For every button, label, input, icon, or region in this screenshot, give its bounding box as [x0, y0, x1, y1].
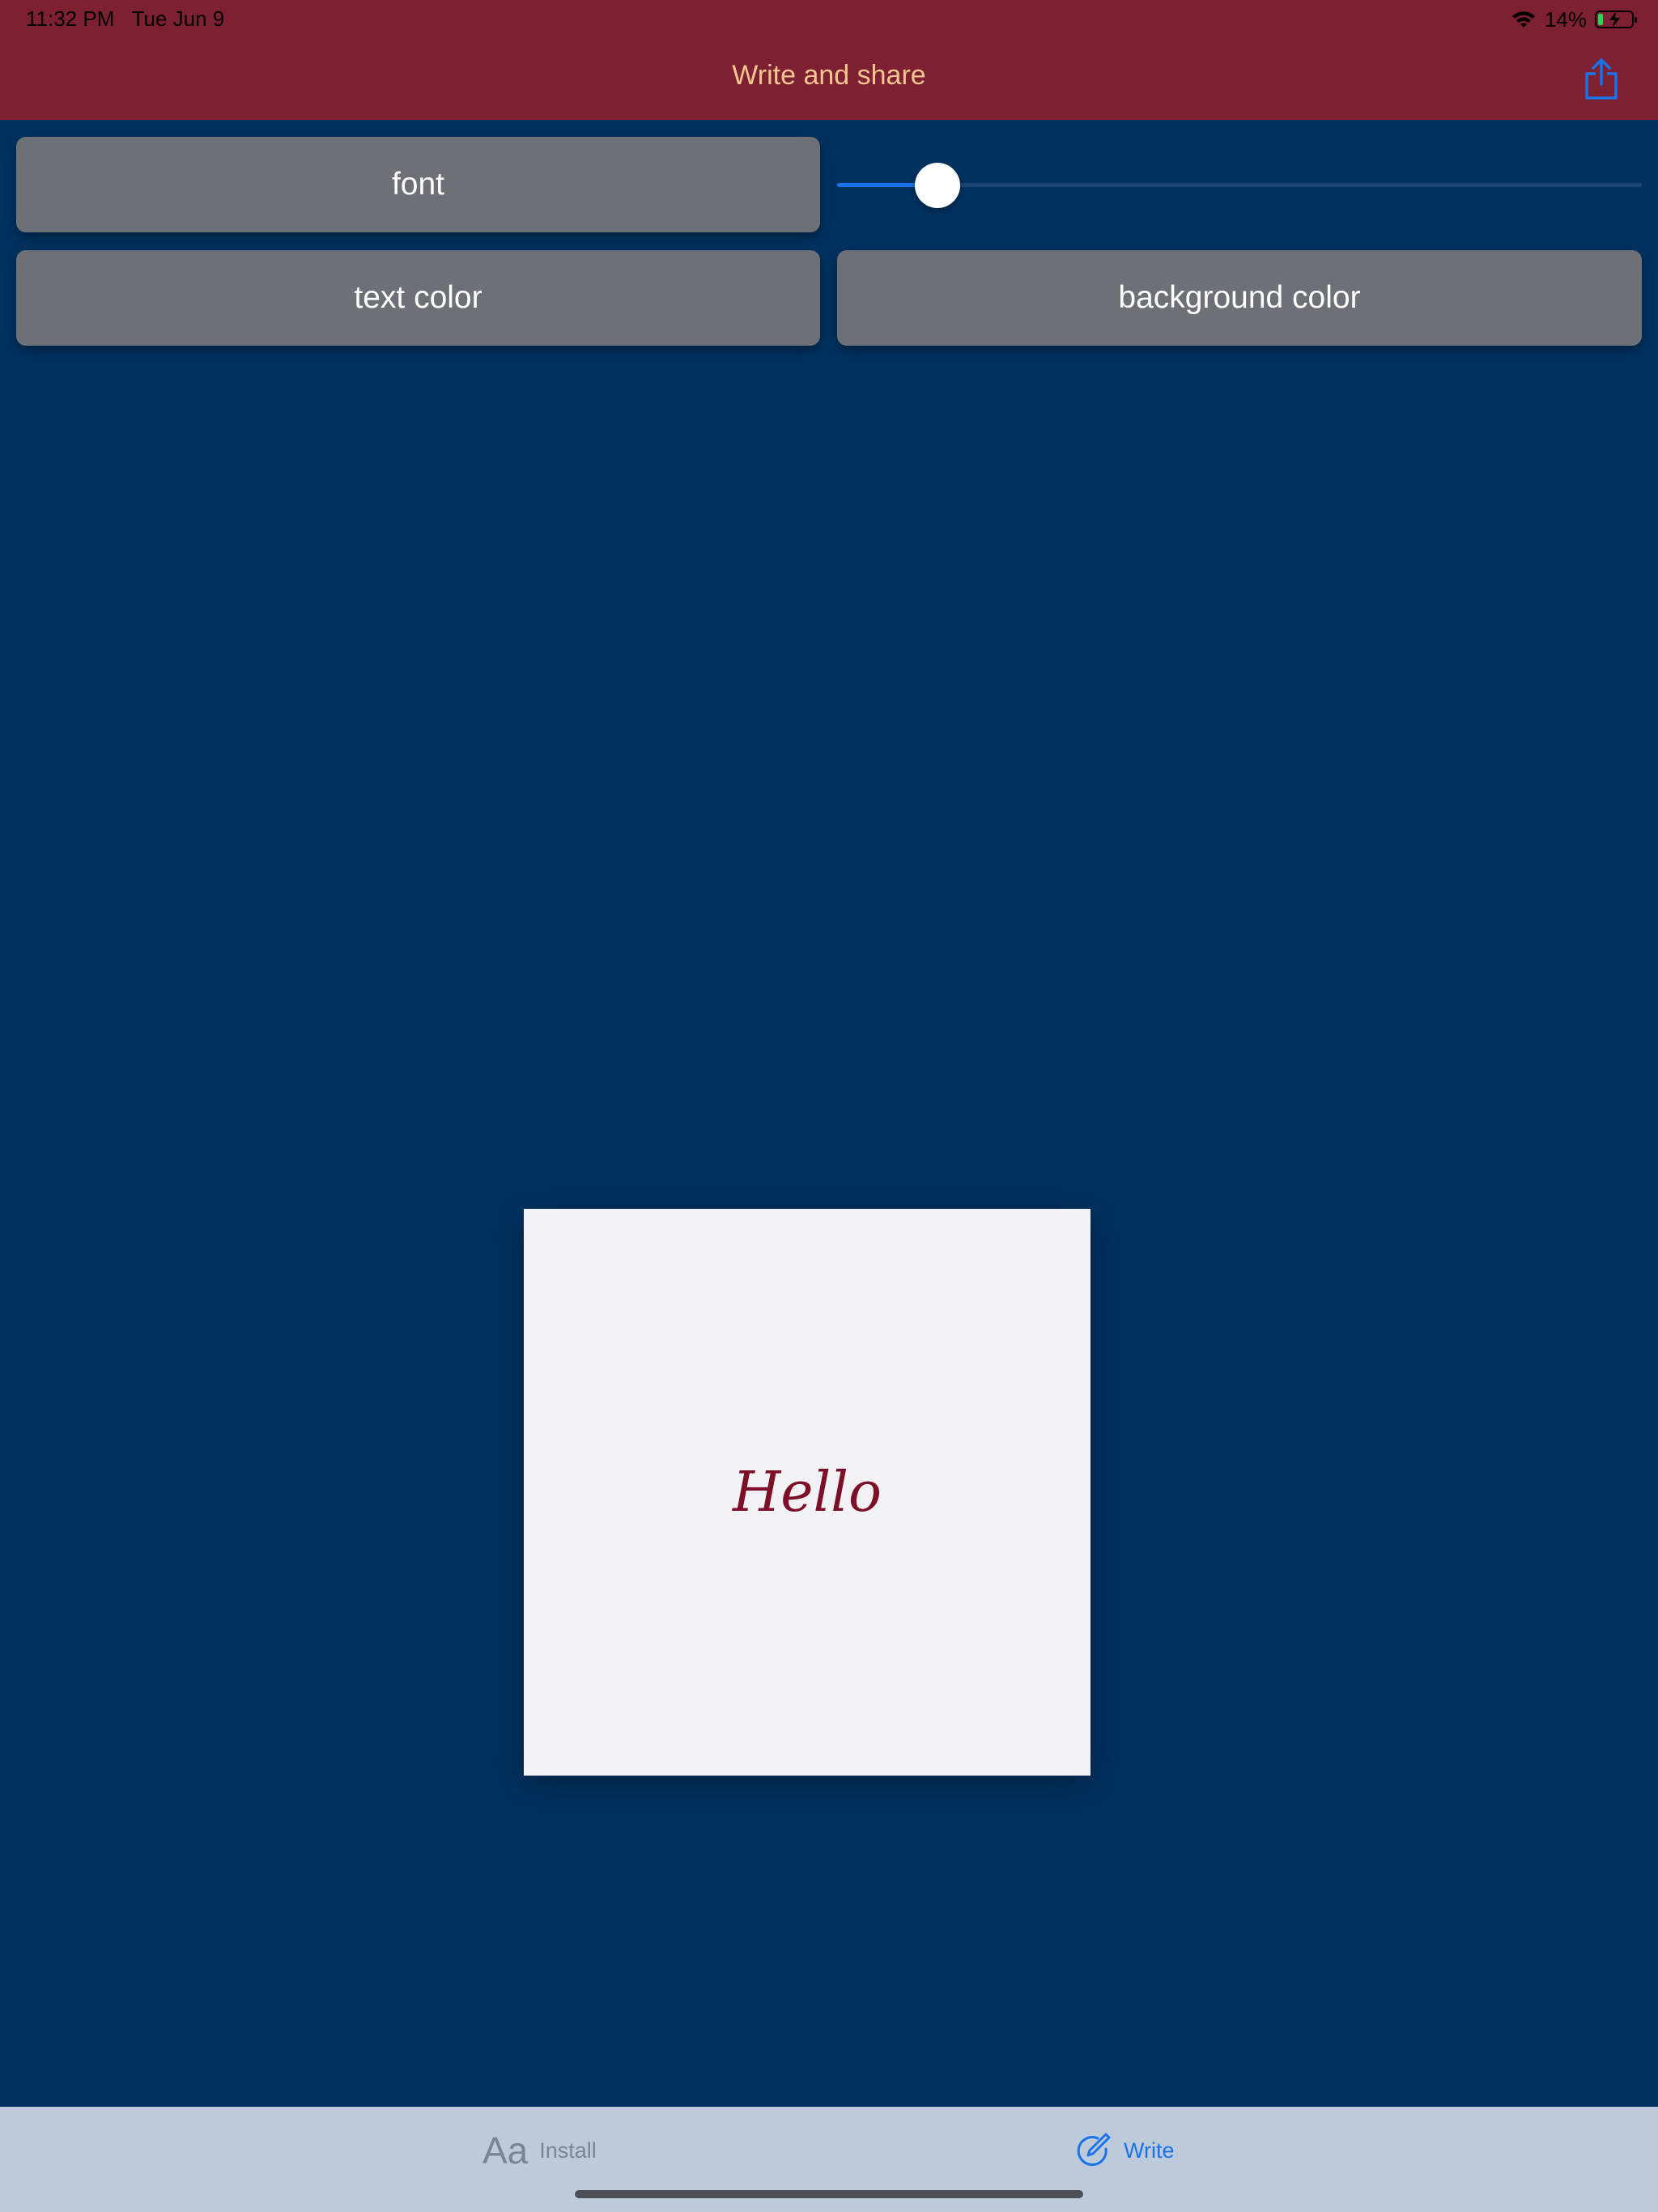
share-icon[interactable]: [1584, 57, 1619, 100]
font-button[interactable]: font: [16, 137, 820, 232]
font-aa-icon: Aa: [483, 2129, 529, 2172]
write-icon: [1077, 2133, 1111, 2167]
battery-fill: [1598, 14, 1603, 25]
battery-icon: [1595, 11, 1637, 28]
tab-install-label: Install: [539, 2138, 597, 2163]
font-size-slider[interactable]: [837, 163, 1642, 208]
preview-canvas[interactable]: Hello: [524, 1209, 1090, 1776]
text-color-button[interactable]: text color: [16, 250, 820, 346]
charging-bolt-icon: [1609, 11, 1620, 28]
tab-write[interactable]: Write: [1073, 2126, 1175, 2175]
tab-install[interactable]: Aa Install: [483, 2126, 597, 2175]
background-color-button-label: background color: [1118, 280, 1361, 315]
status-indicators: 14%: [1511, 6, 1637, 32]
home-indicator: [575, 2190, 1083, 2198]
navigation-bar: 11:32 PM Tue Jun 9 14% Write and share: [0, 0, 1658, 120]
canvas-text: Hello: [733, 1460, 882, 1525]
battery-percent: 14%: [1544, 6, 1587, 32]
status-time-date: 11:32 PM Tue Jun 9: [26, 6, 224, 32]
slider-thumb[interactable]: [915, 163, 961, 208]
page-title: Write and share: [732, 60, 926, 91]
text-color-button-label: text color: [354, 280, 483, 315]
background-color-button[interactable]: background color: [837, 250, 1642, 346]
status-date: Tue Jun 9: [131, 6, 225, 31]
font-button-label: font: [391, 167, 445, 202]
status-time: 11:32 PM: [26, 6, 115, 31]
tab-write-label: Write: [1124, 2138, 1175, 2163]
wifi-icon: [1511, 11, 1535, 28]
